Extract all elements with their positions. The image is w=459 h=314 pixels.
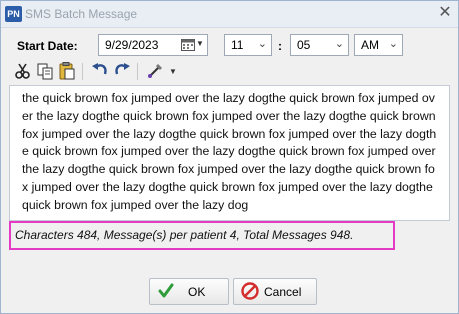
chevron-down-icon: ⌄	[257, 38, 267, 50]
spell-check-icon[interactable]	[145, 61, 165, 81]
spell-check-dropdown-arrow-icon[interactable]: ▼	[169, 67, 177, 76]
status-text: Characters 484, Message(s) per patient 4…	[15, 228, 354, 242]
date-dropdown-arrow-icon[interactable]: ▼	[196, 39, 204, 48]
window-title: SMS Batch Message	[25, 7, 138, 21]
minute-value: 05	[297, 38, 311, 52]
redo-icon[interactable]	[112, 61, 132, 81]
cut-icon[interactable]	[13, 61, 33, 81]
ok-label: OK	[188, 285, 206, 299]
start-date-label: Start Date:	[17, 39, 78, 53]
time-separator: :	[278, 39, 282, 53]
ampm-value: AM	[361, 38, 379, 52]
message-text: the quick brown fox jumped over the lazy…	[22, 91, 437, 212]
cancel-icon	[241, 282, 259, 300]
check-icon	[158, 283, 174, 298]
calendar-icon[interactable]	[181, 38, 195, 51]
schedule-row: Start Date: 9/29/2023 ▼ 11 ⌄ : 05 ⌄ AM ⌄	[1, 34, 458, 58]
chevron-down-icon: ⌄	[334, 38, 344, 50]
title-bar: PN SMS Batch Message ✕	[1, 1, 458, 28]
sms-batch-message-dialog: PN SMS Batch Message ✕ Start Date: 9/29/…	[0, 0, 459, 314]
undo-icon[interactable]	[90, 61, 110, 81]
toolbar-separator	[82, 63, 83, 80]
ampm-select[interactable]: AM ⌄	[354, 34, 403, 56]
cancel-button[interactable]: Cancel	[233, 278, 317, 305]
message-textarea[interactable]: the quick brown fox jumped over the lazy…	[9, 85, 450, 221]
toolbar-separator	[137, 63, 138, 80]
paste-icon[interactable]	[57, 61, 77, 81]
chevron-down-icon: ⌄	[388, 38, 398, 50]
ok-button[interactable]: OK	[149, 278, 229, 305]
cancel-label: Cancel	[264, 285, 302, 299]
copy-icon[interactable]	[35, 61, 55, 81]
edit-toolbar: ▼	[11, 61, 311, 83]
close-button[interactable]: ✕	[437, 4, 453, 22]
hour-select[interactable]: 11 ⌄	[224, 34, 272, 56]
start-date-value: 9/29/2023	[105, 38, 159, 52]
message-count-status: Characters 484, Message(s) per patient 4…	[9, 221, 395, 250]
start-date-picker[interactable]: 9/29/2023 ▼	[98, 34, 208, 56]
app-logo-icon: PN	[5, 6, 22, 22]
minute-select[interactable]: 05 ⌄	[290, 34, 349, 56]
hour-value: 11	[231, 38, 244, 52]
